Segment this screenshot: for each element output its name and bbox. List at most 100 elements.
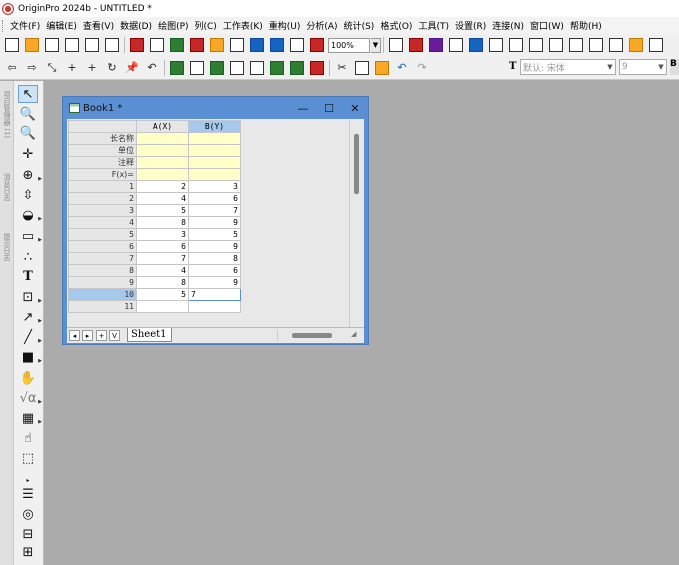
data-cell[interactable]: 5 [188, 228, 241, 241]
apps-icon[interactable] [627, 36, 645, 54]
row-numbers-icon[interactable] [168, 59, 186, 77]
row-header[interactable]: 5 [68, 228, 137, 241]
pointer-tool-icon[interactable]: ↖ [18, 85, 38, 103]
row-header[interactable]: 11 [68, 300, 137, 313]
rescale-icon[interactable]: ⤡ [43, 59, 61, 77]
corner-cell[interactable] [68, 120, 137, 133]
minimize-button[interactable]: — [295, 100, 311, 116]
font-combo[interactable]: 默认: 宋体 ▼ [520, 59, 616, 75]
refresh-icon[interactable]: ↻ [103, 59, 121, 77]
zoom-in-icon[interactable]: 🔍 [18, 105, 38, 123]
layer-management-icon[interactable] [487, 36, 505, 54]
meta-cell[interactable] [136, 132, 189, 145]
new-graph-icon[interactable] [63, 36, 81, 54]
row-header[interactable]: 6 [68, 240, 137, 253]
code-builder-icon[interactable] [587, 36, 605, 54]
data-cell[interactable]: 4 [136, 192, 189, 205]
print-icon[interactable] [387, 36, 405, 54]
row-header-selected[interactable]: 10 [68, 288, 137, 301]
tab-project-explorer[interactable]: 项目管理器 (1) [1, 85, 13, 145]
meta-cell[interactable] [188, 168, 241, 181]
import-wizard-icon[interactable] [308, 59, 326, 77]
redo-icon[interactable]: ↷ [413, 59, 431, 77]
add-sheet-button[interactable]: + [96, 330, 107, 341]
menu-preferences[interactable]: 设置(R) [452, 19, 489, 32]
stats-cols-icon[interactable] [208, 59, 226, 77]
chevron-down-icon[interactable]: ▼ [605, 63, 615, 71]
crosshair-tool-icon[interactable]: ✛ [18, 145, 38, 163]
data-cell[interactable]: 7 [188, 204, 241, 217]
row-header[interactable]: 7 [68, 252, 137, 265]
data-cell[interactable]: 8 [188, 252, 241, 265]
menu-window[interactable]: 窗口(W) [527, 19, 567, 32]
layers-icon[interactable] [467, 36, 485, 54]
new-project-icon[interactable] [3, 36, 21, 54]
sort-icon[interactable] [188, 59, 206, 77]
mask-tool-icon[interactable]: ◒ ▶ [18, 206, 42, 224]
color-icon[interactable] [288, 59, 306, 77]
row-header[interactable]: 8 [68, 264, 137, 277]
results-log-icon[interactable] [567, 36, 585, 54]
circle-tool-icon[interactable]: ◎ [18, 505, 38, 523]
next-sheet-button[interactable]: ▸ [82, 330, 93, 341]
meta-cell[interactable] [136, 144, 189, 157]
data-cell[interactable]: 6 [136, 240, 189, 253]
stop-icon[interactable] [308, 36, 326, 54]
insert-graph-icon[interactable]: ▦ ▶ [18, 409, 42, 427]
hand-tool-icon[interactable]: ✋ [18, 369, 38, 387]
new-workbook-icon[interactable] [43, 36, 61, 54]
worksheet-grid[interactable]: A(X) B(Y) 长名称 单位 注释 F(x)= 1 2 3 2 4 6 3 … [67, 119, 364, 343]
rectangle-tool-icon[interactable]: ■ ▶ [18, 348, 42, 366]
undo-arrange-icon[interactable]: ↶ [143, 59, 161, 77]
row-header[interactable]: 1 [68, 180, 137, 193]
stats-rows-icon[interactable] [228, 59, 246, 77]
data-cell[interactable]: 9 [188, 216, 241, 229]
grid-tool-icon[interactable]: ⊞ [18, 543, 38, 561]
meta-cell[interactable] [188, 144, 241, 157]
align-tool-icon[interactable]: ⊟ [18, 525, 38, 543]
chevron-down-icon[interactable]: ▼ [656, 63, 666, 71]
meta-cell[interactable] [188, 156, 241, 169]
sheet-tab-sheet1[interactable]: Sheet1 [127, 328, 172, 342]
tab-smart-hint-log[interactable]: 提示日志 [1, 227, 13, 267]
sheet-list-button[interactable]: V [109, 330, 120, 341]
data-cell[interactable]: 6 [188, 192, 241, 205]
menu-connectivity[interactable]: 连接(N) [489, 19, 527, 32]
data-cell[interactable]: 5 [136, 204, 189, 217]
data-cell[interactable] [136, 300, 189, 313]
arrow-tool-icon[interactable]: ↗ ▶ [18, 308, 42, 326]
menu-view[interactable]: 查看(V) [80, 19, 117, 32]
data-cell[interactable] [188, 300, 241, 313]
edit-graph-icon[interactable] [447, 36, 465, 54]
column-header-b[interactable]: B(Y) [188, 120, 241, 133]
region-tool-icon[interactable]: ▭ ▶ [18, 227, 42, 245]
data-cell[interactable]: 9 [188, 240, 241, 253]
recalculate-icon[interactable] [288, 36, 306, 54]
copy-icon[interactable] [353, 59, 371, 77]
row-header[interactable]: 2 [68, 192, 137, 205]
data-cell[interactable]: 8 [136, 216, 189, 229]
data-cell[interactable]: 5 [136, 288, 189, 301]
data-reader-icon[interactable]: ⊕ ▶ [18, 166, 42, 184]
arrow-right-icon[interactable]: ⇨ [23, 59, 41, 77]
tab-messages-log[interactable]: 消息日志 [1, 167, 13, 207]
meta-cell[interactable] [188, 132, 241, 145]
table-icon[interactable] [248, 59, 266, 77]
tree-icon[interactable] [507, 36, 525, 54]
cloud-icon[interactable] [228, 36, 246, 54]
line-tool-icon[interactable]: ╱ ▶ [18, 328, 42, 346]
toolbar-more-button[interactable]: B [670, 59, 679, 75]
font-size-combo[interactable]: 9 ▼ [619, 59, 667, 75]
menu-file[interactable]: 文件(F) [7, 19, 43, 32]
pin-icon[interactable]: 📌 [123, 59, 141, 77]
new-matrix-icon[interactable] [83, 36, 101, 54]
menu-edit[interactable]: 编辑(E) [43, 19, 80, 32]
zoom-dropdown-icon[interactable]: ▼ [371, 37, 381, 53]
workbook-titlebar[interactable]: Book1 * — ☐ ✕ [63, 97, 368, 119]
vertical-scrollbar[interactable] [349, 120, 363, 327]
meta-cell[interactable] [136, 168, 189, 181]
command-window-icon[interactable] [607, 36, 625, 54]
menu-worksheet[interactable]: 工作表(K) [220, 19, 266, 32]
row-header[interactable]: 3 [68, 204, 137, 217]
menu-analysis[interactable]: 分析(A) [303, 19, 340, 32]
